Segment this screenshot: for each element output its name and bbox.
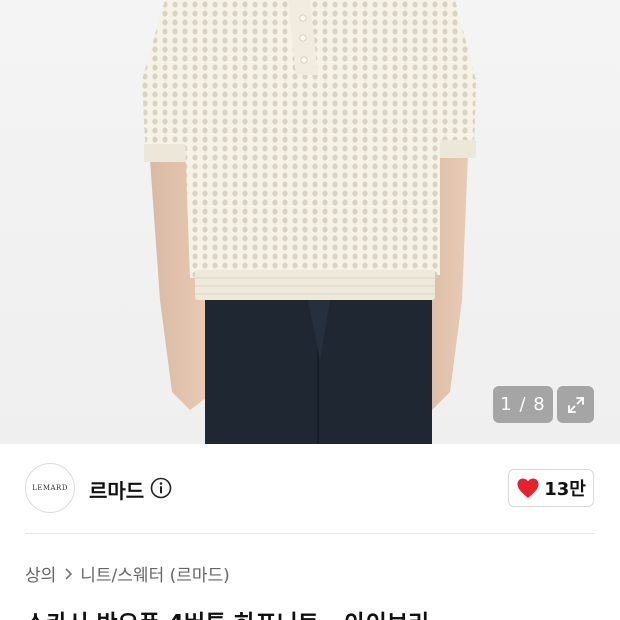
image-counter: 1 / 8 — [493, 386, 553, 423]
product-title: 스카시 반오픈 4버튼 하프니트 - 아이보리 — [25, 604, 429, 620]
brand-logo-text: LEMARD — [32, 484, 68, 492]
expand-icon — [567, 396, 584, 413]
brand-name[interactable]: 르마드 — [89, 475, 144, 504]
chevron-right-icon — [63, 567, 73, 581]
brand-logo[interactable]: LEMARD — [25, 463, 75, 513]
breadcrumb-category[interactable]: 상의 — [25, 561, 56, 586]
product-photo — [142, 0, 476, 444]
like-button[interactable]: 13만 — [508, 469, 594, 507]
divider — [25, 533, 595, 534]
product-image-gallery[interactable]: 1 / 8 — [0, 0, 620, 444]
expand-button[interactable] — [557, 386, 594, 423]
breadcrumb-subcategory[interactable]: 니트/스웨터 (르마드) — [80, 561, 230, 586]
brand-row: LEMARD 르마드 13만 — [0, 444, 620, 534]
like-count: 13만 — [544, 479, 586, 500]
heart-icon — [517, 478, 539, 498]
breadcrumb: 상의 니트/스웨터 (르마드) — [25, 561, 230, 586]
info-icon[interactable] — [150, 477, 172, 499]
